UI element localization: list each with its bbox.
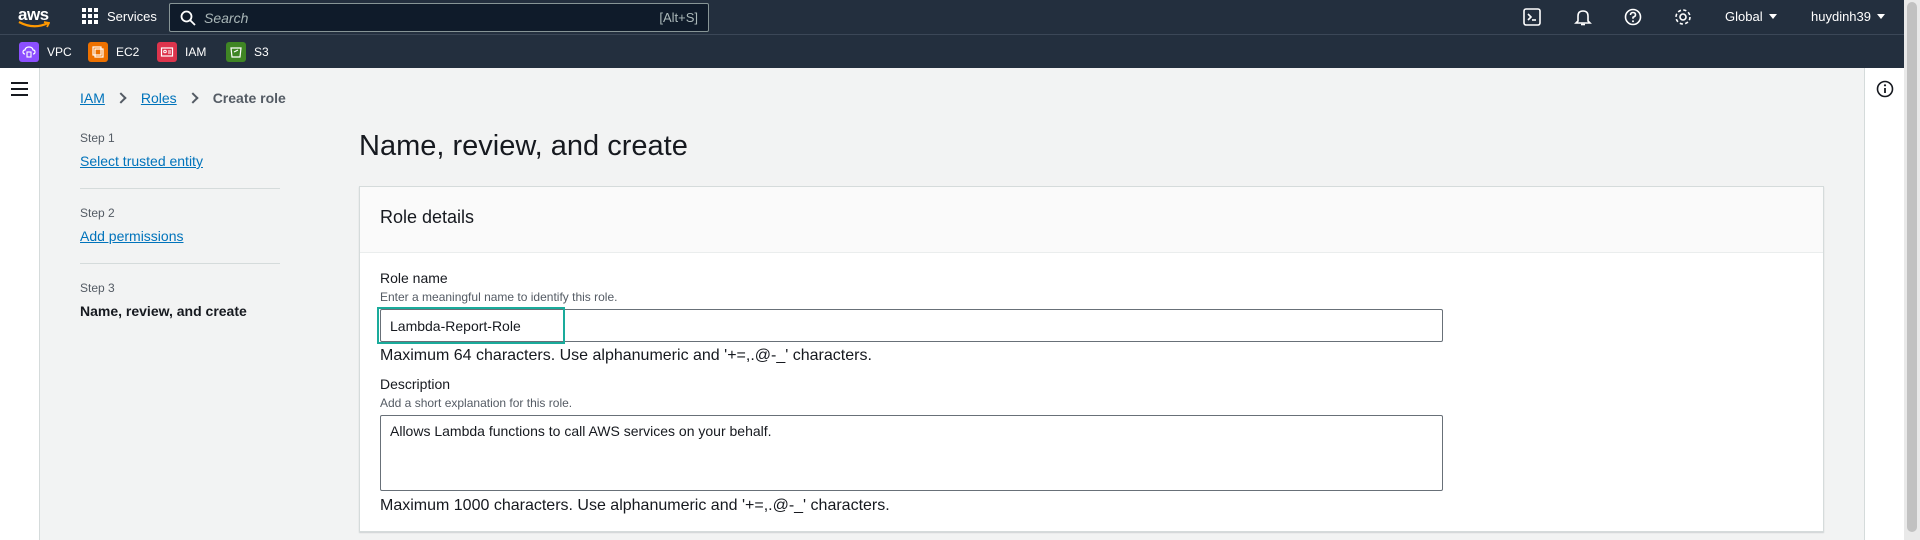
breadcrumb-iam-link[interactable]: IAM — [80, 90, 105, 106]
role-details-panel: Role details Role name Enter a meaningfu… — [359, 186, 1824, 532]
panel-title: Role details — [360, 187, 1823, 253]
role-name-hint: Maximum 64 characters. Use alphanumeric … — [380, 347, 872, 364]
menu-icon[interactable] — [11, 82, 28, 96]
favorite-label: IAM — [185, 45, 207, 59]
step-divider — [80, 263, 280, 264]
wizard-step-1: Step 1 Select trusted entity — [80, 131, 280, 169]
chevron-down-icon — [1768, 14, 1777, 19]
favorite-vpc[interactable]: VPC — [19, 42, 72, 62]
favorite-iam[interactable]: IAM — [157, 42, 206, 62]
chevron-down-icon — [1877, 14, 1885, 19]
scrollbar-thumb[interactable] — [1907, 2, 1917, 532]
step-label: Step 3 — [80, 281, 115, 295]
left-rail — [0, 68, 40, 540]
wizard-step-2: Step 2 Add permissions — [80, 206, 280, 244]
search-icon — [180, 10, 196, 26]
wizard-step-3: Step 3 Name, review, and create — [80, 281, 280, 319]
iam-icon — [157, 42, 177, 62]
services-menu-button[interactable]: Services — [82, 8, 157, 24]
top-navigation: aws Services [Alt+S] Globa — [0, 0, 1904, 34]
aws-smile-icon — [18, 21, 50, 28]
cloudshell-icon[interactable] — [1523, 8, 1541, 26]
focus-highlight — [377, 307, 565, 344]
info-icon[interactable] — [1876, 80, 1894, 98]
favorite-ec2[interactable]: EC2 — [88, 42, 139, 62]
ec2-icon — [88, 42, 108, 62]
breadcrumb-roles-link[interactable]: Roles — [141, 90, 177, 106]
region-selector[interactable]: Global — [1725, 9, 1777, 24]
aws-logo[interactable]: aws — [18, 5, 52, 29]
description-label: Description — [380, 376, 451, 392]
description-field: Description Add a short explanation for … — [380, 376, 572, 410]
step-current-name: Name, review, and create — [80, 303, 247, 319]
favorite-label: VPC — [47, 45, 72, 59]
vpc-icon — [19, 42, 39, 62]
chevron-right-icon — [187, 92, 199, 104]
favorites-bar: VPC EC2 IAM S3 — [0, 34, 1904, 68]
gear-icon[interactable] — [1674, 8, 1692, 26]
favorite-label: S3 — [254, 45, 269, 59]
favorite-label: EC2 — [116, 45, 140, 59]
account-menu[interactable]: huydinh39 — [1811, 9, 1885, 24]
region-label: Global — [1725, 9, 1763, 24]
search-box[interactable]: [Alt+S] — [169, 3, 709, 32]
scrollbar[interactable] — [1904, 0, 1920, 540]
step-label: Step 2 — [80, 206, 115, 220]
description-hint: Maximum 1000 characters. Use alphanumeri… — [380, 497, 890, 514]
right-rail — [1864, 68, 1904, 540]
s3-icon — [226, 42, 246, 62]
role-name-field: Role name Enter a meaningful name to ide… — [380, 270, 617, 304]
role-name-description: Enter a meaningful name to identify this… — [380, 290, 618, 304]
help-icon[interactable] — [1624, 8, 1642, 26]
grid-icon — [82, 8, 98, 24]
step-link-add-permissions[interactable]: Add permissions — [80, 228, 184, 244]
user-label: huydinh39 — [1811, 9, 1871, 24]
role-name-label: Role name — [380, 270, 448, 286]
search-input[interactable] — [204, 9, 604, 26]
search-shortcut: [Alt+S] — [659, 10, 698, 25]
step-label: Step 1 — [80, 131, 115, 145]
breadcrumb: IAM Roles Create role — [80, 90, 286, 106]
step-divider — [80, 188, 280, 189]
description-textarea[interactable]: Allows Lambda functions to call AWS serv… — [380, 415, 1443, 491]
step-link-select-trusted-entity[interactable]: Select trusted entity — [80, 153, 203, 169]
services-label: Services — [107, 8, 157, 24]
description-help: Add a short explanation for this role. — [380, 396, 573, 410]
bell-icon[interactable] — [1574, 8, 1592, 26]
favorite-s3[interactable]: S3 — [226, 42, 269, 62]
chevron-right-icon — [115, 92, 127, 104]
page-title: Name, review, and create — [359, 130, 688, 162]
breadcrumb-current: Create role — [212, 90, 286, 106]
